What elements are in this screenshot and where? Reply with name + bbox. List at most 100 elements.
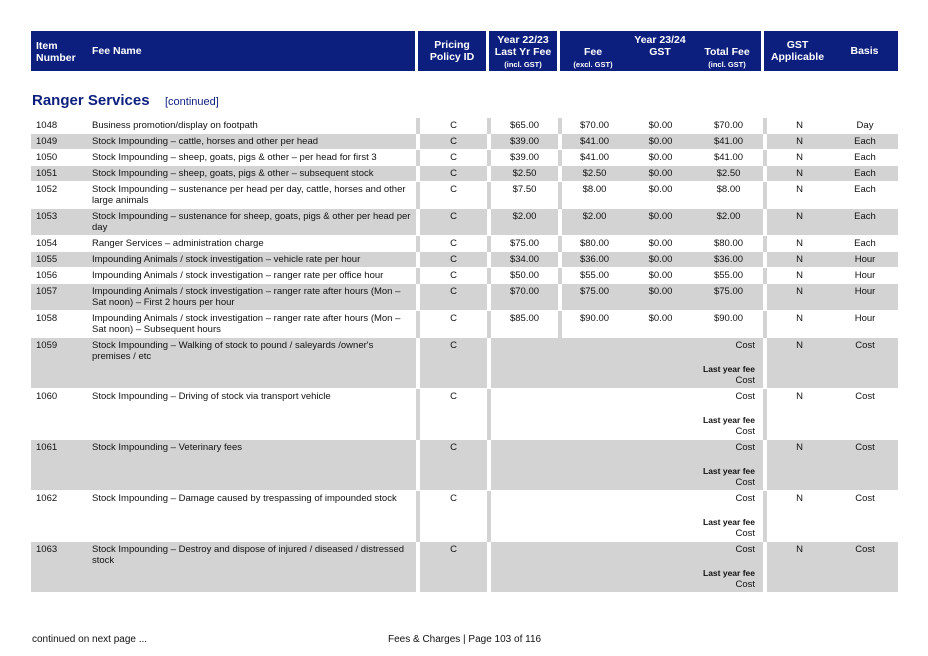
fee-excl-gst: $8.00: [560, 181, 627, 209]
section-title: Ranger Services: [32, 92, 150, 109]
item-number: 1060: [31, 388, 87, 440]
gst-amount: $0.00: [627, 283, 694, 311]
item-number: 1054: [31, 235, 87, 252]
basis: Cost: [832, 490, 898, 542]
footer-continued: continued on next page ...: [32, 634, 148, 645]
table-row: 1059 Stock Impounding – Walking of stock …: [31, 337, 898, 389]
last-year-fee: $50.00: [489, 267, 562, 284]
total-fee: $36.00: [694, 251, 767, 268]
total-fee: $8.00: [694, 181, 767, 209]
pricing-policy: C: [418, 149, 491, 166]
item-number: 1057: [31, 283, 87, 311]
table-row: 1062 Stock Impounding – Damage caused by …: [31, 490, 898, 542]
fee-name: Stock Impounding – sheep, goats, pigs & …: [87, 149, 420, 166]
total-fee: $41.00: [694, 149, 767, 166]
last-year-fee-label: Last year fee: [703, 568, 755, 578]
fee-name: Stock Impounding – sheep, goats, pigs & …: [87, 165, 420, 182]
fee-name: Stock Impounding – sustenance per head p…: [87, 181, 420, 209]
last-year-fee-label: Last year fee: [703, 466, 755, 476]
pricing-policy: C: [418, 181, 491, 209]
fee-name: Stock Impounding – Walking of stock to p…: [87, 337, 420, 389]
header-gst-applicable: GST Applicable: [770, 39, 825, 63]
gst-amount: $0.00: [627, 235, 694, 252]
pricing-policy: C: [418, 133, 491, 150]
fee-name: Stock Impounding – Veterinary fees: [87, 439, 420, 491]
total-fee: $80.00: [694, 235, 767, 252]
fee-name: Impounding Animals / stock investigation…: [87, 283, 420, 311]
gst-amount: $0.00: [627, 181, 694, 209]
fee-name: Impounding Animals / stock investigation…: [87, 251, 420, 268]
item-number: 1059: [31, 337, 87, 389]
fees-table-body: 1048 Business promotion/display on footpa…: [31, 118, 898, 593]
last-year-fee-label: Last year fee: [703, 517, 755, 527]
gst-applicable: N: [765, 235, 832, 252]
cost-cell: Cost Last year fee Cost: [489, 439, 767, 491]
cost-value: Cost: [735, 493, 755, 504]
item-number: 1055: [31, 251, 87, 268]
basis: Each: [832, 165, 898, 182]
gst-applicable: N: [765, 149, 832, 166]
header-year-prev: Year 22/23 Last Yr Fee (incl. GST): [489, 31, 557, 71]
table-row: 1055 Impounding Animals / stock investiga…: [31, 251, 898, 268]
gst-amount: $0.00: [627, 310, 694, 338]
header-item-number: Item Number: [36, 40, 76, 64]
table-row: 1052 Stock Impounding – sustenance per he…: [31, 181, 898, 209]
table-row: 1053 Stock Impounding – sustenance for sh…: [31, 208, 898, 236]
fee-name: Impounding Animals / stock investigation…: [87, 267, 420, 284]
last-year-fee: $70.00: [489, 283, 562, 311]
pricing-policy: C: [418, 235, 491, 252]
gst-amount: $0.00: [627, 251, 694, 268]
table-row: 1063 Stock Impounding – Destroy and dispo…: [31, 541, 898, 593]
gst-amount: $0.00: [627, 149, 694, 166]
gst-applicable: N: [765, 267, 832, 284]
section-continued: [continued]: [165, 96, 219, 108]
gst-applicable: N: [765, 337, 832, 389]
last-year-fee-cost: Cost: [735, 579, 755, 590]
last-year-fee-label: Last year fee: [703, 415, 755, 425]
header-gst: GST: [649, 46, 671, 58]
cost-value: Cost: [735, 544, 755, 555]
cost-cell: Cost Last year fee Cost: [489, 388, 767, 440]
cost-value: Cost: [735, 442, 755, 453]
table-row: 1056 Impounding Animals / stock investiga…: [31, 267, 898, 284]
gst-amount: $0.00: [627, 133, 694, 150]
header-year-cur: Year 23/24 Fee (excl. GST) GST Total Fee…: [560, 31, 761, 71]
last-year-fee: $39.00: [489, 133, 562, 150]
last-year-fee-cost: Cost: [735, 528, 755, 539]
pricing-policy: C: [418, 541, 491, 593]
fee-excl-gst: $70.00: [560, 118, 627, 134]
header-incl-gst: (incl. GST): [504, 60, 542, 69]
basis: Each: [832, 149, 898, 166]
fee-excl-gst: $41.00: [560, 149, 627, 166]
fee-name: Stock Impounding – sustenance for sheep,…: [87, 208, 420, 236]
pricing-policy: C: [418, 283, 491, 311]
gst-applicable: N: [765, 490, 832, 542]
item-number: 1050: [31, 149, 87, 166]
pricing-policy: C: [418, 267, 491, 284]
header-pricing: Pricing Policy ID: [418, 31, 486, 71]
fee-excl-gst: $41.00: [560, 133, 627, 150]
gst-applicable: N: [765, 388, 832, 440]
last-year-fee: $85.00: [489, 310, 562, 338]
last-year-fee: $39.00: [489, 149, 562, 166]
fee-name: Stock Impounding – cattle, horses and ot…: [87, 133, 420, 150]
cost-cell: Cost Last year fee Cost: [489, 490, 767, 542]
item-number: 1058: [31, 310, 87, 338]
fee-excl-gst: $36.00: [560, 251, 627, 268]
total-fee: $41.00: [694, 133, 767, 150]
fee-name: Stock Impounding – Damage caused by tres…: [87, 490, 420, 542]
last-year-fee: $75.00: [489, 235, 562, 252]
fee-name: Ranger Services – administration charge: [87, 235, 420, 252]
gst-applicable: N: [765, 541, 832, 593]
cost-value: Cost: [735, 340, 755, 351]
item-number: 1052: [31, 181, 87, 209]
basis: Day: [832, 118, 898, 134]
header-total-incl: (incl. GST): [708, 60, 746, 69]
gst-applicable: N: [765, 181, 832, 209]
basis: Hour: [832, 251, 898, 268]
last-year-fee: $65.00: [489, 118, 562, 134]
pricing-policy: C: [418, 388, 491, 440]
total-fee: $75.00: [694, 283, 767, 311]
pricing-policy: C: [418, 251, 491, 268]
gst-amount: $0.00: [627, 208, 694, 236]
